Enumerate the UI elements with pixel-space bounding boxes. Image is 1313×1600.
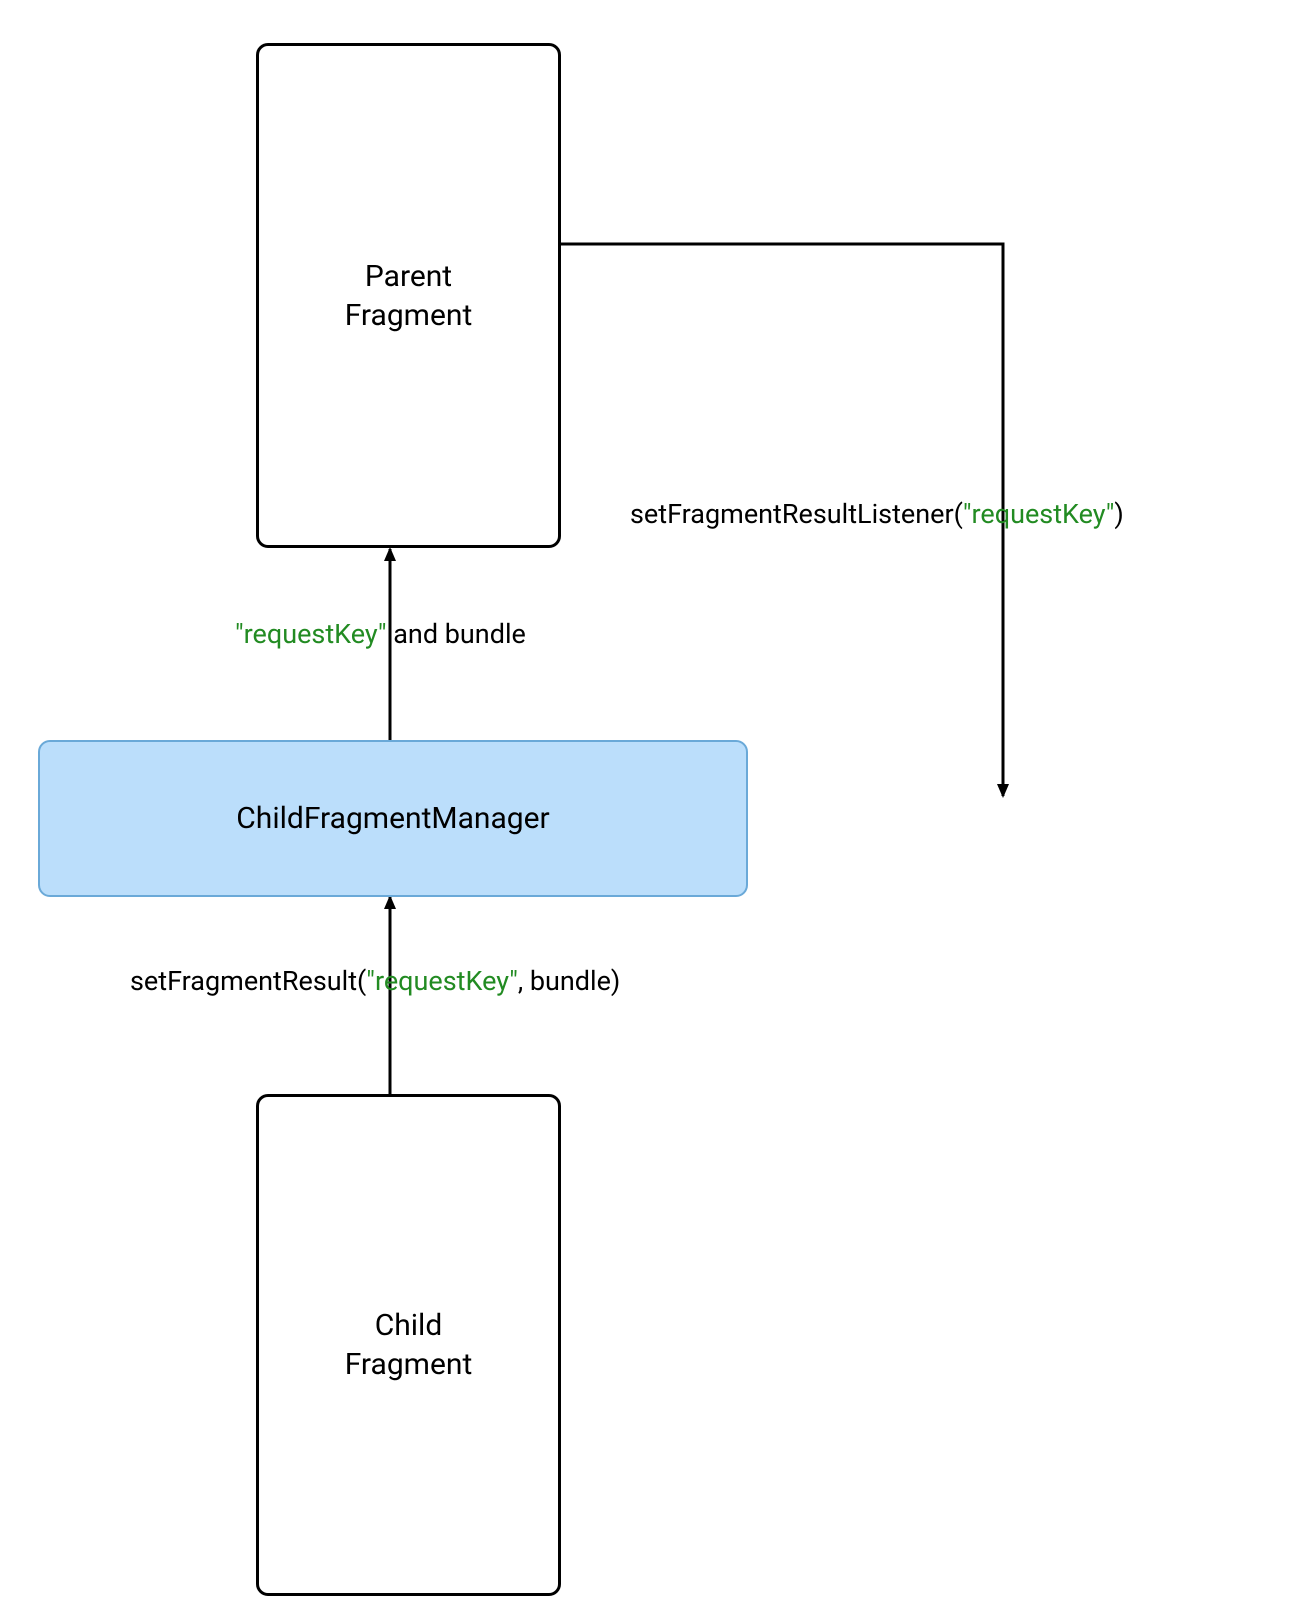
up-label: "requestKey" and bundle [235, 618, 526, 650]
manager-label: ChildFragmentManager [236, 799, 549, 838]
diagram-canvas: Parent Fragment ChildFragmentManager Chi… [0, 0, 1313, 1600]
parent-fragment-box: Parent Fragment [256, 43, 561, 548]
result-prefix: setFragmentResult( [130, 965, 366, 997]
child-fragment-box: Child Fragment [256, 1094, 561, 1596]
result-key: "requestKey" [366, 965, 518, 997]
child-line1: Child [375, 1308, 443, 1343]
parent-line2: Fragment [345, 298, 473, 333]
up-key: "requestKey" [235, 618, 387, 650]
listener-key: "requestKey" [963, 498, 1115, 530]
parent-line1: Parent [365, 259, 452, 294]
up-rest: and bundle [387, 618, 526, 650]
listener-suffix: ) [1114, 498, 1123, 530]
result-label: setFragmentResult("requestKey", bundle) [130, 965, 620, 997]
listener-label: setFragmentResultListener("requestKey") [630, 498, 1124, 530]
result-suffix: , bundle) [518, 965, 620, 997]
child-line2: Fragment [345, 1347, 473, 1382]
child-fragment-manager-box: ChildFragmentManager [38, 740, 748, 897]
listener-prefix: setFragmentResultListener( [630, 498, 963, 530]
